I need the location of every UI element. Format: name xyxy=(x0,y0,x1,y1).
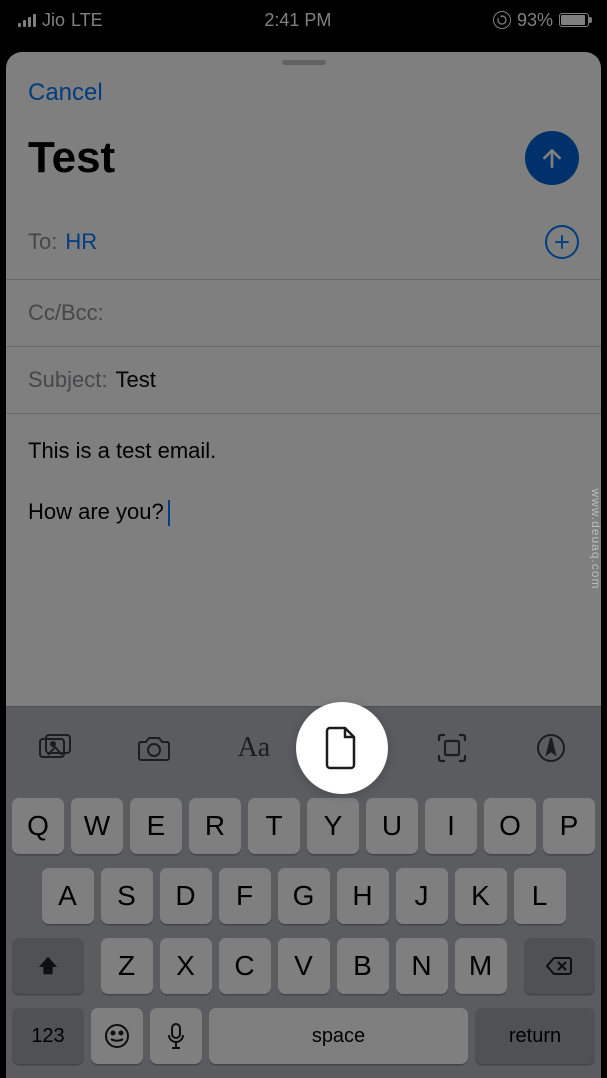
key-v[interactable]: V xyxy=(278,938,330,994)
keyboard-toolbar: Aa xyxy=(6,706,601,788)
key-l[interactable]: L xyxy=(514,868,566,924)
key-f[interactable]: F xyxy=(219,868,271,924)
watermark: www.deuaq.com xyxy=(589,488,603,589)
status-left: Jio LTE xyxy=(18,10,103,31)
number-key[interactable]: 123 xyxy=(12,1008,84,1064)
key-g[interactable]: G xyxy=(278,868,330,924)
key-a[interactable]: A xyxy=(42,868,94,924)
key-m[interactable]: M xyxy=(455,938,507,994)
take-photo-button[interactable] xyxy=(135,728,175,768)
key-q[interactable]: Q xyxy=(12,798,64,854)
backspace-key[interactable] xyxy=(524,938,596,994)
email-body[interactable]: This is a test email. How are you? xyxy=(6,414,601,580)
battery-icon xyxy=(559,13,589,27)
text-cursor xyxy=(168,500,170,526)
key-n[interactable]: N xyxy=(396,938,448,994)
markup-icon xyxy=(535,732,567,764)
arrow-up-icon xyxy=(539,145,565,171)
key-b[interactable]: B xyxy=(337,938,389,994)
key-t[interactable]: T xyxy=(248,798,300,854)
compose-title: Test xyxy=(28,133,115,183)
cancel-button[interactable]: Cancel xyxy=(28,79,103,107)
key-h[interactable]: H xyxy=(337,868,389,924)
document-icon xyxy=(323,725,361,771)
dictation-key[interactable] xyxy=(150,1008,202,1064)
body-line-1: This is a test email. xyxy=(28,436,579,467)
ccbcc-label: Cc/Bcc: xyxy=(28,300,104,326)
status-bar: Jio LTE 2:41 PM 93% xyxy=(0,0,607,40)
markup-button[interactable] xyxy=(531,728,571,768)
key-j[interactable]: J xyxy=(396,868,448,924)
key-c[interactable]: C xyxy=(219,938,271,994)
scan-document-button[interactable] xyxy=(432,728,472,768)
key-d[interactable]: D xyxy=(160,868,212,924)
subject-field[interactable]: Subject: Test xyxy=(6,347,601,414)
keyboard: QWERTYUIOP ASDFGHJKL ZXCVBNM 123 space r… xyxy=(6,788,601,1078)
network-label: LTE xyxy=(71,10,103,31)
shift-key[interactable] xyxy=(12,938,84,994)
return-key[interactable]: return xyxy=(475,1008,595,1064)
space-key[interactable]: space xyxy=(209,1008,468,1064)
signal-bars-icon xyxy=(18,13,36,27)
subject-value: Test xyxy=(116,367,156,393)
backspace-icon xyxy=(545,956,573,976)
key-s[interactable]: S xyxy=(101,868,153,924)
key-e[interactable]: E xyxy=(130,798,182,854)
key-r[interactable]: R xyxy=(189,798,241,854)
microphone-icon xyxy=(167,1022,185,1050)
orientation-lock-icon xyxy=(493,11,511,29)
plus-icon xyxy=(553,233,571,251)
battery-percent: 93% xyxy=(517,10,553,31)
to-value: HR xyxy=(65,229,97,255)
insert-photos-button[interactable] xyxy=(36,728,76,768)
send-button[interactable] xyxy=(525,131,579,185)
key-i[interactable]: I xyxy=(425,798,477,854)
key-y[interactable]: Y xyxy=(307,798,359,854)
subject-label: Subject: xyxy=(28,367,108,393)
key-w[interactable]: W xyxy=(71,798,123,854)
emoji-icon xyxy=(103,1022,131,1050)
key-p[interactable]: P xyxy=(543,798,595,854)
text-format-button[interactable]: Aa xyxy=(234,728,274,768)
highlight-callout xyxy=(296,702,388,794)
shift-icon xyxy=(37,955,59,977)
add-contact-button[interactable] xyxy=(545,225,579,259)
key-z[interactable]: Z xyxy=(101,938,153,994)
key-u[interactable]: U xyxy=(366,798,418,854)
status-time: 2:41 PM xyxy=(264,10,331,31)
ccbcc-field[interactable]: Cc/Bcc: xyxy=(6,280,601,347)
key-x[interactable]: X xyxy=(160,938,212,994)
emoji-key[interactable] xyxy=(91,1008,143,1064)
status-right: 93% xyxy=(493,10,589,31)
compose-sheet: Cancel Test To: HR Cc/Bcc: Subject: Test… xyxy=(6,52,601,1078)
key-k[interactable]: K xyxy=(455,868,507,924)
scan-icon xyxy=(436,732,468,764)
to-field[interactable]: To: HR xyxy=(6,205,601,280)
photos-icon xyxy=(38,733,74,763)
to-label: To: xyxy=(28,229,57,255)
camera-icon xyxy=(137,734,173,762)
body-line-2: How are you? xyxy=(28,497,579,528)
carrier-label: Jio xyxy=(42,10,65,31)
key-o[interactable]: O xyxy=(484,798,536,854)
